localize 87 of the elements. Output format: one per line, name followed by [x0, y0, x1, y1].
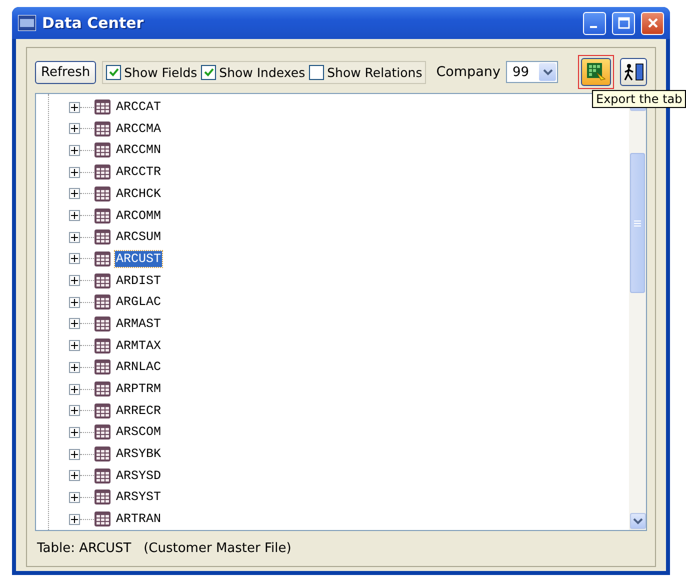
checkbox[interactable] [201, 64, 216, 80]
table-icon [94, 142, 111, 158]
close-button[interactable] [641, 12, 664, 35]
expand-icon[interactable] [69, 448, 80, 460]
tree-item[interactable]: ARCCMN [115, 142, 162, 158]
expand-icon[interactable] [69, 188, 80, 200]
checkbox[interactable] [106, 64, 122, 80]
table-icon [94, 164, 111, 180]
checkbox[interactable] [309, 64, 324, 80]
expand-icon[interactable] [69, 102, 80, 113]
tree-item[interactable]: ARSYST [115, 489, 162, 506]
tree-item[interactable]: ARSYBK [115, 446, 162, 462]
scroll-thumb[interactable] [630, 153, 645, 294]
tree-item[interactable]: ARCCMA [115, 120, 162, 137]
maximize-icon [618, 17, 630, 30]
minimize-button[interactable] [583, 12, 606, 35]
table-icon [94, 229, 111, 246]
app-icon [18, 15, 36, 32]
tree-item[interactable]: ARTRAN [115, 511, 162, 528]
tree-item[interactable]: ARDIST [115, 272, 162, 289]
table-icon [94, 186, 111, 202]
expand-icon[interactable] [69, 514, 80, 525]
spreadsheet-icon [586, 62, 606, 82]
minimize-icon [590, 26, 596, 28]
expand-icon[interactable] [69, 318, 80, 330]
expand-icon[interactable] [69, 362, 80, 373]
expand-icon[interactable] [69, 144, 80, 156]
exit-door-icon [622, 62, 645, 82]
expand-icon[interactable] [69, 384, 80, 395]
tree-item[interactable]: ARMAST [115, 316, 162, 332]
tree-item[interactable]: ARGLAC [115, 294, 162, 310]
refresh-button[interactable]: Refresh [35, 60, 96, 84]
exit-button[interactable] [620, 58, 647, 86]
checkbox-label[interactable]: Show Relations [327, 64, 422, 80]
table-icon [94, 402, 111, 419]
expand-icon[interactable] [69, 123, 80, 134]
tree-item[interactable]: ARCUST [115, 250, 162, 267]
expand-icon[interactable] [69, 232, 80, 243]
expand-icon[interactable] [69, 470, 80, 482]
expand-icon[interactable] [69, 405, 80, 416]
close-icon [646, 17, 658, 30]
tree-item[interactable]: ARCCTR [115, 164, 162, 180]
tree-item[interactable]: ARPTRM [115, 381, 162, 398]
scroll-down-button[interactable] [630, 513, 646, 529]
table-icon [94, 250, 111, 267]
table-icon [94, 468, 111, 484]
expand-icon[interactable] [69, 340, 80, 352]
tree-item[interactable]: ARCHCK [115, 186, 162, 202]
expand-icon[interactable] [69, 426, 80, 438]
chevron-down-icon [632, 517, 642, 525]
expand-icon[interactable] [69, 166, 80, 178]
expand-icon[interactable] [69, 296, 80, 308]
expand-icon[interactable] [69, 492, 80, 503]
tree-item[interactable]: ARSYSD [115, 468, 162, 484]
table-icon [94, 316, 111, 332]
table-icon [94, 359, 111, 376]
table-icon [94, 294, 111, 310]
table-icon [94, 489, 111, 506]
tree-item[interactable]: ARCSUM [115, 229, 162, 246]
tree-item[interactable]: ARMTAX [115, 338, 162, 354]
table-icon [94, 381, 111, 398]
company-dropdown[interactable]: 99 [506, 61, 558, 84]
status-text: Table: ARCUST (Customer Master File) [36, 540, 292, 558]
company-label: Company [436, 64, 500, 80]
expand-icon[interactable] [69, 210, 80, 222]
checkbox-label[interactable]: Show Fields [124, 64, 198, 80]
expand-icon[interactable] [69, 275, 80, 286]
tree-item[interactable]: ARCOMM [115, 208, 162, 224]
table-icon [94, 99, 111, 116]
table-icon [94, 511, 111, 528]
grip-icon [634, 220, 641, 227]
table-icon [94, 446, 111, 462]
table-icon [94, 272, 111, 289]
chevron-down-icon [542, 68, 553, 76]
tree-item[interactable]: ARNLAC [115, 359, 162, 376]
tree-item[interactable]: ARSCOM [115, 424, 162, 440]
tree-item[interactable]: ARRECR [115, 402, 162, 419]
table-icon [94, 120, 111, 137]
maximize-button[interactable] [612, 12, 635, 35]
table-icon [94, 424, 111, 440]
table-icon [94, 208, 111, 224]
table-icon [94, 338, 111, 354]
tree-item[interactable]: ARCCAT [115, 99, 162, 116]
expand-icon[interactable] [69, 253, 80, 264]
checkbox-label[interactable]: Show Indexes [219, 64, 306, 80]
tooltip: Export the tab [592, 90, 686, 108]
window-title: Data Center [42, 14, 145, 32]
